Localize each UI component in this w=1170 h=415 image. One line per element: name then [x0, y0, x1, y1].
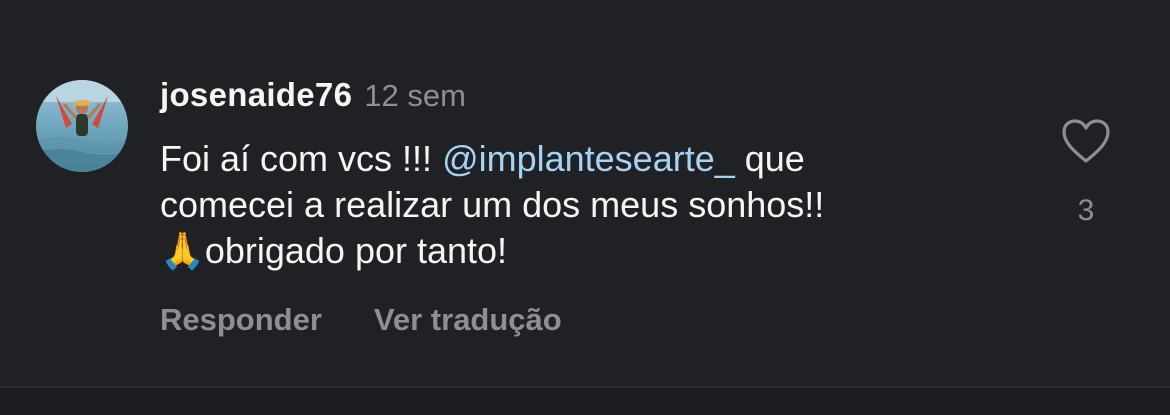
mention-link[interactable]: @implantesearte_ — [442, 138, 735, 179]
avatar-photo-icon — [36, 80, 128, 172]
comment-text-after-mention: que — [734, 138, 805, 179]
comment-actions: Responder Ver tradução — [160, 302, 614, 338]
comment-item: josenaide76 12 sem Foi aí com vcs !!! @i… — [0, 0, 1170, 386]
praying-hands-emoji: 🙏 — [160, 230, 205, 271]
comment-text-start: Foi aí com vcs !!! — [160, 138, 443, 179]
comment-text: Foi aí com vcs !!! @implantesearte_ que … — [160, 136, 980, 274]
comment-line-3: 🙏obrigado por tanto! — [160, 228, 980, 274]
next-comment-area — [0, 388, 1170, 415]
like-column: 3 — [1058, 118, 1114, 228]
like-count: 3 — [1077, 194, 1095, 227]
comment-timestamp: 12 sem — [364, 78, 466, 113]
comment-header: josenaide76 12 sem — [160, 76, 466, 120]
comment-line-1: Foi aí com vcs !!! @implantesearte_ que — [160, 136, 980, 182]
comment-line-3-text: obrigado por tanto! — [204, 230, 508, 271]
username-link[interactable]: josenaide76 — [160, 76, 352, 114]
heart-outline-icon[interactable] — [1058, 118, 1114, 164]
avatar[interactable] — [36, 80, 128, 172]
comment-line-2: comecei a realizar um dos meus sonhos!! — [160, 184, 825, 225]
translate-button[interactable]: Ver tradução — [374, 302, 562, 338]
reply-button[interactable]: Responder — [160, 302, 322, 338]
